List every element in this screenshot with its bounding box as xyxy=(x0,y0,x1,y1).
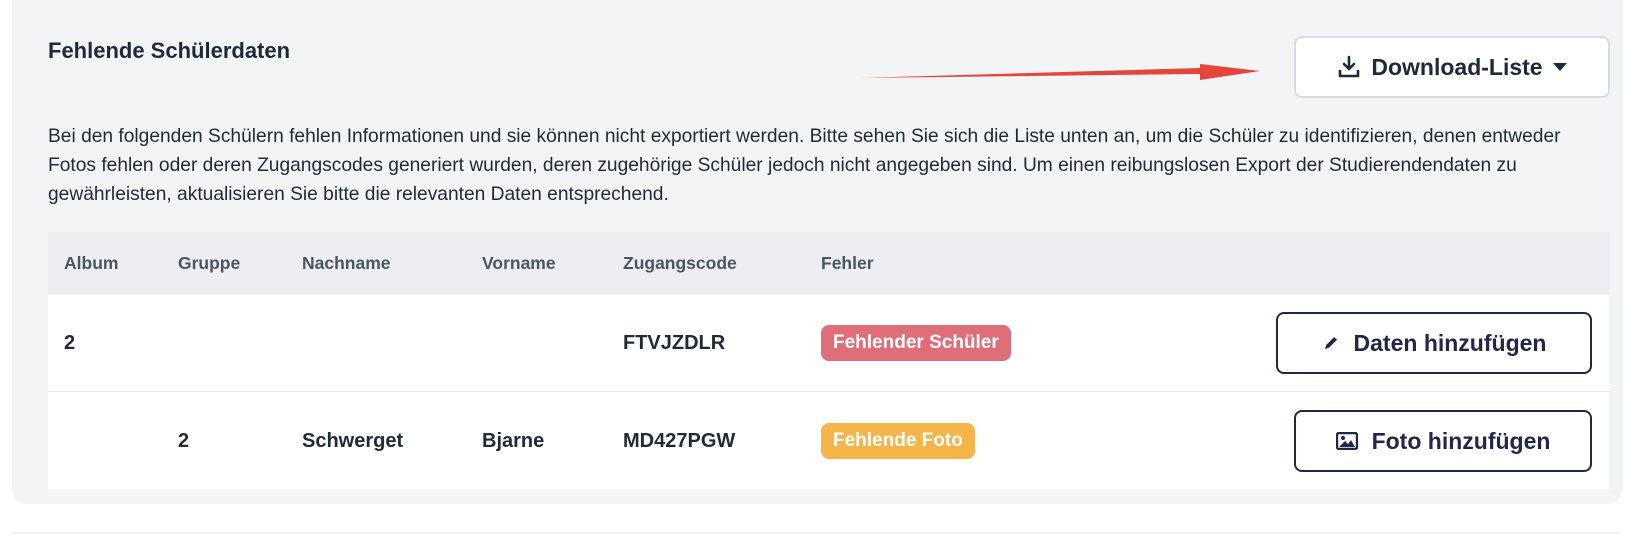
cell-nachname: Schwerget xyxy=(302,429,404,452)
download-icon xyxy=(1337,55,1361,79)
cell-zugangscode: MD427PGW xyxy=(623,429,736,452)
add-photo-button[interactable]: Foto hinzufügen xyxy=(1294,410,1592,472)
error-badge-missing-student: Fehlender Schüler xyxy=(821,325,1011,361)
cell-zugangscode: FTVJZDLR xyxy=(623,331,726,354)
annotation-arrow xyxy=(860,64,1260,80)
section-title: Fehlende Schülerdaten xyxy=(48,38,291,63)
header-nachname: Nachname xyxy=(302,253,391,273)
download-list-button[interactable]: Download-Liste xyxy=(1294,36,1610,98)
header-album: Album xyxy=(64,253,119,273)
table-row: 2 Schwerget Bjarne MD427PGW Fehlende Fot… xyxy=(48,392,1610,490)
cell-album: 2 xyxy=(64,331,76,354)
table-header: Album Gruppe Nachname Vorname Zugangscod… xyxy=(48,232,1610,294)
header-fehler: Fehler xyxy=(821,253,874,273)
next-card-edge xyxy=(12,532,1622,534)
image-icon xyxy=(1335,432,1358,450)
add-data-button[interactable]: Daten hinzufügen xyxy=(1276,312,1592,374)
table-row: 2 FTVJZDLR Fehlender Schüler Daten hinzu… xyxy=(48,294,1610,392)
header-gruppe: Gruppe xyxy=(178,253,241,273)
pencil-icon xyxy=(1322,334,1340,352)
caret-down-icon xyxy=(1552,62,1567,72)
add-photo-label: Foto hinzufügen xyxy=(1371,427,1551,454)
header-vorname: Vorname xyxy=(482,253,556,273)
cell-gruppe: 2 xyxy=(178,429,190,452)
error-badge-missing-photo: Fehlende Foto xyxy=(821,423,975,459)
download-list-label: Download-Liste xyxy=(1371,53,1543,80)
section-description: Bei den folgenden Schülern fehlen Inform… xyxy=(48,126,1561,205)
add-data-label: Daten hinzufügen xyxy=(1353,329,1547,356)
header-zugangscode: Zugangscode xyxy=(623,253,737,273)
cell-vorname: Bjarne xyxy=(482,429,545,452)
missing-data-table: Album Gruppe Nachname Vorname Zugangscod… xyxy=(48,232,1610,490)
